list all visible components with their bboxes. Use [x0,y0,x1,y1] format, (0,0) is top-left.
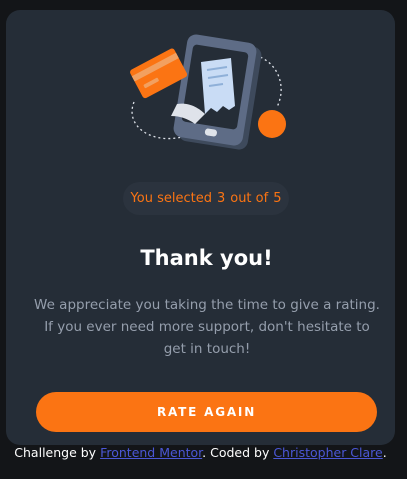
thank-you-card: You selected 3 out of 5 Thank you! We ap… [6,10,395,445]
credit-card-icon [130,48,188,99]
thank-you-title: Thank you! [140,246,273,270]
attribution-footer: Challenge by Frontend Mentor. Coded by C… [0,445,401,460]
footer-middle: . Coded by [202,445,270,460]
author-link[interactable]: Christopher Clare [273,445,382,460]
thank-you-description: We appreciate you taking the time to giv… [34,297,380,357]
frontend-mentor-link[interactable]: Frontend Mentor [100,445,202,460]
footer-suffix: . [382,445,387,460]
phone-receipt-illustration [130,34,286,150]
selected-prefix: You selected [130,191,212,206]
orange-dot-icon [258,110,286,138]
selected-middle: out of [230,191,269,206]
selected-value: 3 [216,191,226,206]
selected-max: 5 [273,191,282,206]
rate-again-button[interactable]: RATE AGAIN [36,392,377,432]
selected-rating-badge: You selected 3 out of 5 [123,182,289,215]
footer-prefix: Challenge by [14,445,97,460]
